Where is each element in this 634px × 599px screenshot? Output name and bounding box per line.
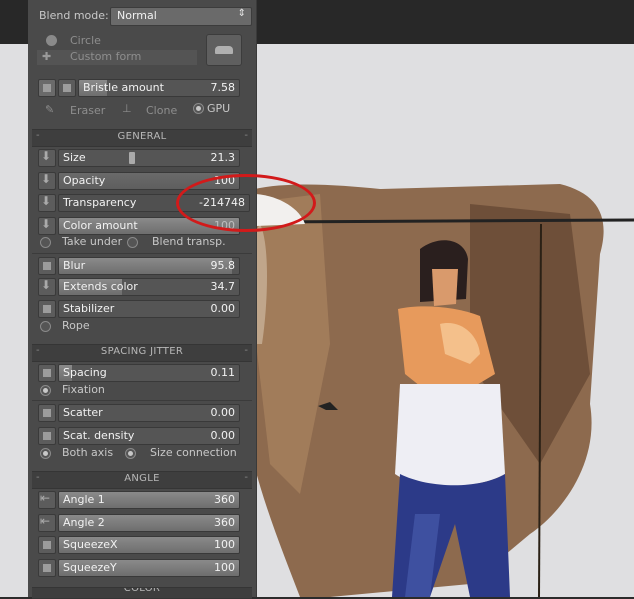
arrow-left-icon[interactable] bbox=[38, 491, 56, 509]
angle1-label: Angle 1 bbox=[63, 493, 105, 506]
stamp-icon[interactable] bbox=[206, 34, 242, 66]
size-value: 21.3 bbox=[210, 151, 236, 164]
bristle-amount-slider[interactable]: Bristle amount 7.58 bbox=[78, 79, 240, 97]
general-section-title: GENERAL bbox=[117, 131, 167, 142]
square-icon[interactable] bbox=[38, 300, 56, 318]
squeezex-slider[interactable]: SqueezeX 100 bbox=[58, 536, 240, 554]
extends-color-slider[interactable]: Extends color 34.7 bbox=[58, 278, 240, 296]
scat-density-label: Scat. density bbox=[63, 429, 135, 442]
angle2-value: 360 bbox=[214, 516, 235, 529]
blend-transp-label: Blend transp. bbox=[152, 235, 226, 248]
spacing-slider[interactable]: Spacing 0.11 bbox=[58, 364, 240, 382]
angle2-slider[interactable]: Angle 2 360 bbox=[58, 514, 240, 532]
angle1-value: 360 bbox=[214, 493, 235, 506]
square-icon[interactable] bbox=[38, 536, 56, 554]
rope-radio[interactable] bbox=[40, 321, 51, 332]
angle1-slider[interactable]: Angle 1 360 bbox=[58, 491, 240, 509]
general-section-header[interactable]: - GENERAL - bbox=[32, 129, 252, 147]
arrow-down-icon[interactable] bbox=[38, 149, 56, 167]
divider bbox=[32, 253, 252, 254]
spacing-jitter-section-header[interactable]: - SPACING JITTER - bbox=[32, 344, 252, 362]
arrow-down-icon[interactable] bbox=[38, 194, 56, 212]
square-icon[interactable] bbox=[58, 79, 76, 97]
brush-settings-panel: Blend mode: Normal ⇕ Circle ✚ Custom for… bbox=[28, 0, 257, 599]
blur-slider[interactable]: Blur 95.8 bbox=[58, 257, 240, 275]
scatter-slider[interactable]: Scatter 0.00 bbox=[58, 404, 240, 422]
scatter-value: 0.00 bbox=[210, 406, 236, 419]
arrow-down-icon[interactable] bbox=[38, 172, 56, 190]
squeezex-label: SqueezeX bbox=[63, 538, 118, 551]
square-icon[interactable] bbox=[38, 559, 56, 577]
divider bbox=[32, 400, 252, 401]
size-slider[interactable]: Size 21.3 bbox=[58, 149, 240, 167]
scat-density-slider[interactable]: Scat. density 0.00 bbox=[58, 427, 240, 445]
blend-mode-label: Blend mode: bbox=[39, 9, 109, 22]
angle-section-header[interactable]: - ANGLE - bbox=[32, 471, 252, 489]
color-amount-label: Color amount bbox=[63, 219, 138, 232]
blend-transp-radio[interactable] bbox=[127, 237, 138, 248]
highlight-ellipse bbox=[176, 174, 316, 232]
bristle-amount-label: Bristle amount bbox=[83, 81, 164, 94]
size-label: Size bbox=[63, 151, 86, 164]
stabilizer-label: Stabilizer bbox=[63, 302, 115, 315]
eraser-icon: ✎ bbox=[45, 103, 55, 116]
stabilizer-value: 0.00 bbox=[210, 302, 236, 315]
stabilizer-slider[interactable]: Stabilizer 0.00 bbox=[58, 300, 240, 318]
arrow-down-icon[interactable] bbox=[38, 278, 56, 296]
rope-label: Rope bbox=[62, 319, 90, 332]
square-icon[interactable] bbox=[38, 404, 56, 422]
square-icon[interactable] bbox=[38, 427, 56, 445]
both-axis-label: Both axis bbox=[62, 446, 114, 459]
color-section-header[interactable]: COLOR bbox=[32, 587, 252, 599]
angle2-label: Angle 2 bbox=[63, 516, 105, 529]
blur-label: Blur bbox=[63, 259, 86, 272]
square-icon[interactable] bbox=[38, 257, 56, 275]
eraser-option[interactable]: Eraser bbox=[70, 104, 105, 118]
clone-stamp-icon: ⊥ bbox=[122, 102, 132, 115]
circle-shape-option[interactable]: Circle bbox=[70, 34, 101, 48]
extends-color-label: Extends color bbox=[63, 280, 138, 293]
gpu-radio[interactable] bbox=[193, 103, 204, 114]
arrow-left-icon[interactable] bbox=[38, 514, 56, 532]
size-connection-radio[interactable] bbox=[125, 448, 136, 459]
extends-color-value: 34.7 bbox=[210, 280, 236, 293]
blur-value: 95.8 bbox=[210, 259, 236, 272]
fixation-radio[interactable] bbox=[40, 385, 51, 396]
clone-option[interactable]: Clone bbox=[146, 104, 177, 118]
squeezey-value: 100 bbox=[214, 561, 235, 574]
blend-mode-select[interactable]: Normal ⇕ bbox=[110, 7, 252, 26]
squeezex-value: 100 bbox=[214, 538, 235, 551]
take-under-label: Take under bbox=[62, 235, 123, 248]
brush-icon[interactable] bbox=[38, 79, 56, 97]
transparency-label: Transparency bbox=[63, 196, 137, 209]
fixation-label: Fixation bbox=[62, 383, 105, 396]
both-axis-radio[interactable] bbox=[40, 448, 51, 459]
opacity-label: Opacity bbox=[63, 174, 106, 187]
squeezey-slider[interactable]: SqueezeY 100 bbox=[58, 559, 240, 577]
spacing-jitter-section-title: SPACING JITTER bbox=[100, 346, 184, 357]
size-connection-label: Size connection bbox=[150, 446, 237, 459]
spacing-value: 0.11 bbox=[210, 366, 236, 379]
gpu-label: GPU bbox=[207, 102, 231, 115]
take-under-radio[interactable] bbox=[40, 237, 51, 248]
scatter-label: Scatter bbox=[63, 406, 103, 419]
bristle-amount-value: 7.58 bbox=[210, 81, 236, 94]
arrow-down-icon[interactable] bbox=[38, 217, 56, 235]
squeezey-label: SqueezeY bbox=[63, 561, 117, 574]
puzzle-icon: ✚ bbox=[42, 50, 52, 63]
blend-mode-value: Normal bbox=[117, 9, 157, 22]
square-icon[interactable] bbox=[38, 364, 56, 382]
chevron-updown-icon: ⇕ bbox=[237, 8, 246, 19]
angle-section-title: ANGLE bbox=[124, 473, 160, 484]
spacing-label: Spacing bbox=[63, 366, 107, 379]
scat-density-value: 0.00 bbox=[210, 429, 236, 442]
circle-shape-icon bbox=[46, 35, 57, 46]
custom-form-option[interactable]: Custom form bbox=[70, 50, 141, 64]
color-section-title: COLOR bbox=[123, 587, 161, 594]
